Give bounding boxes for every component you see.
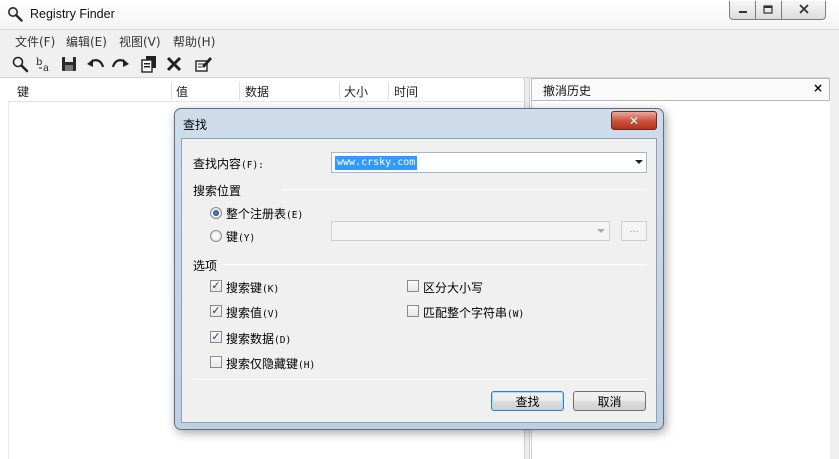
cancel-button[interactable]: 取消 bbox=[573, 391, 646, 411]
checkbox-hidden-keys-only-label[interactable]: 搜索仅隐藏键(H) bbox=[226, 355, 315, 372]
window-right-border bbox=[830, 50, 839, 459]
window-title: Registry Finder bbox=[30, 7, 115, 21]
undo-icon[interactable] bbox=[86, 54, 106, 74]
search-location-group-label: 搜索位置 bbox=[193, 184, 242, 198]
menu-file[interactable]: 文件(F) bbox=[15, 33, 55, 50]
minimize-icon bbox=[738, 4, 748, 17]
chevron-down-icon[interactable] bbox=[635, 160, 643, 164]
undo-panel-close-icon[interactable]: × bbox=[813, 81, 823, 95]
checkbox-search-keys-label[interactable]: 搜索键(K) bbox=[226, 279, 279, 296]
undo-history-title: 撤消历史 bbox=[543, 84, 592, 98]
checkbox-search-data[interactable]: ✓ bbox=[210, 331, 222, 343]
radio-key[interactable] bbox=[210, 230, 222, 242]
dialog-title: 查找 bbox=[183, 118, 208, 132]
edit-icon[interactable] bbox=[194, 54, 214, 74]
checkbox-search-keys[interactable]: ✓ bbox=[210, 280, 222, 292]
options-group-label: 选项 bbox=[193, 259, 218, 273]
find-dialog: 查找 ✕ 查找内容(F): www.crsky.com 搜索位置 整个注册表(E… bbox=[174, 108, 664, 430]
column-data[interactable]: 数据 bbox=[245, 83, 269, 100]
save-icon[interactable] bbox=[59, 54, 79, 74]
close-icon: ✕ bbox=[628, 113, 640, 128]
checkbox-search-values-label[interactable]: 搜索值(V) bbox=[226, 304, 279, 321]
radio-entire-registry[interactable] bbox=[210, 207, 222, 219]
window-close-button[interactable] bbox=[781, 1, 826, 20]
replace-icon[interactable]: ba bbox=[34, 54, 54, 74]
column-time[interactable]: 时间 bbox=[394, 83, 418, 100]
find-what-combobox[interactable]: www.crsky.com bbox=[331, 152, 647, 173]
checkmark-icon: ✓ bbox=[211, 330, 221, 343]
magnifier-app-icon bbox=[7, 6, 23, 22]
browse-key-button: ... bbox=[621, 221, 647, 241]
column-key[interactable]: 键 bbox=[17, 83, 29, 100]
dialog-close-button[interactable]: ✕ bbox=[611, 111, 657, 130]
checkbox-hidden-keys-only[interactable] bbox=[210, 356, 222, 368]
column-value[interactable]: 值 bbox=[176, 83, 188, 100]
title-bar: Registry Finder bbox=[0, 0, 839, 30]
copy-icon[interactable] bbox=[139, 54, 159, 74]
checkbox-search-values[interactable]: ✓ bbox=[210, 305, 222, 317]
column-size[interactable]: 大小 bbox=[344, 83, 368, 100]
delete-icon[interactable] bbox=[164, 54, 184, 74]
results-list-header: 键 值 数据 大小 时间 bbox=[8, 80, 524, 102]
redo-icon[interactable] bbox=[110, 54, 130, 74]
find-button[interactable]: 查找 bbox=[491, 391, 564, 411]
menu-help[interactable]: 帮助(H) bbox=[173, 33, 215, 50]
chevron-down-icon bbox=[597, 229, 605, 233]
restore-icon bbox=[763, 4, 774, 17]
menu-edit[interactable]: 编辑(E) bbox=[66, 33, 107, 50]
checkbox-search-data-label[interactable]: 搜索数据(D) bbox=[226, 330, 291, 347]
find-what-label: 查找内容(F): bbox=[193, 157, 264, 171]
undo-history-header: 撤消历史 × bbox=[531, 78, 830, 101]
checkmark-icon: ✓ bbox=[211, 279, 221, 292]
menu-view[interactable]: 视图(V) bbox=[119, 33, 161, 50]
svg-text:a: a bbox=[43, 63, 49, 73]
key-path-combobox bbox=[331, 221, 610, 241]
radio-key-label[interactable]: 键(Y) bbox=[226, 228, 255, 245]
checkbox-match-case-label[interactable]: 区分大小写 bbox=[423, 279, 483, 296]
radio-entire-registry-label[interactable]: 整个注册表(E) bbox=[226, 205, 303, 222]
minimize-button[interactable] bbox=[729, 1, 756, 20]
maximize-button[interactable] bbox=[755, 1, 782, 20]
toolbar: ba bbox=[0, 50, 839, 78]
checkbox-match-whole-string[interactable] bbox=[407, 305, 419, 317]
menu-bar: 文件(F) 编辑(E) 视图(V) 帮助(H) bbox=[0, 30, 839, 50]
search-icon[interactable] bbox=[10, 54, 30, 74]
find-what-value[interactable]: www.crsky.com bbox=[335, 156, 418, 170]
checkbox-match-whole-string-label[interactable]: 匹配整个字符串(W) bbox=[423, 304, 524, 321]
checkmark-icon: ✓ bbox=[211, 304, 221, 317]
dialog-body: 查找内容(F): www.crsky.com 搜索位置 整个注册表(E) 键(Y… bbox=[181, 138, 657, 423]
close-icon bbox=[798, 3, 810, 17]
svg-text:b: b bbox=[36, 57, 42, 68]
checkbox-match-case[interactable] bbox=[407, 280, 419, 292]
